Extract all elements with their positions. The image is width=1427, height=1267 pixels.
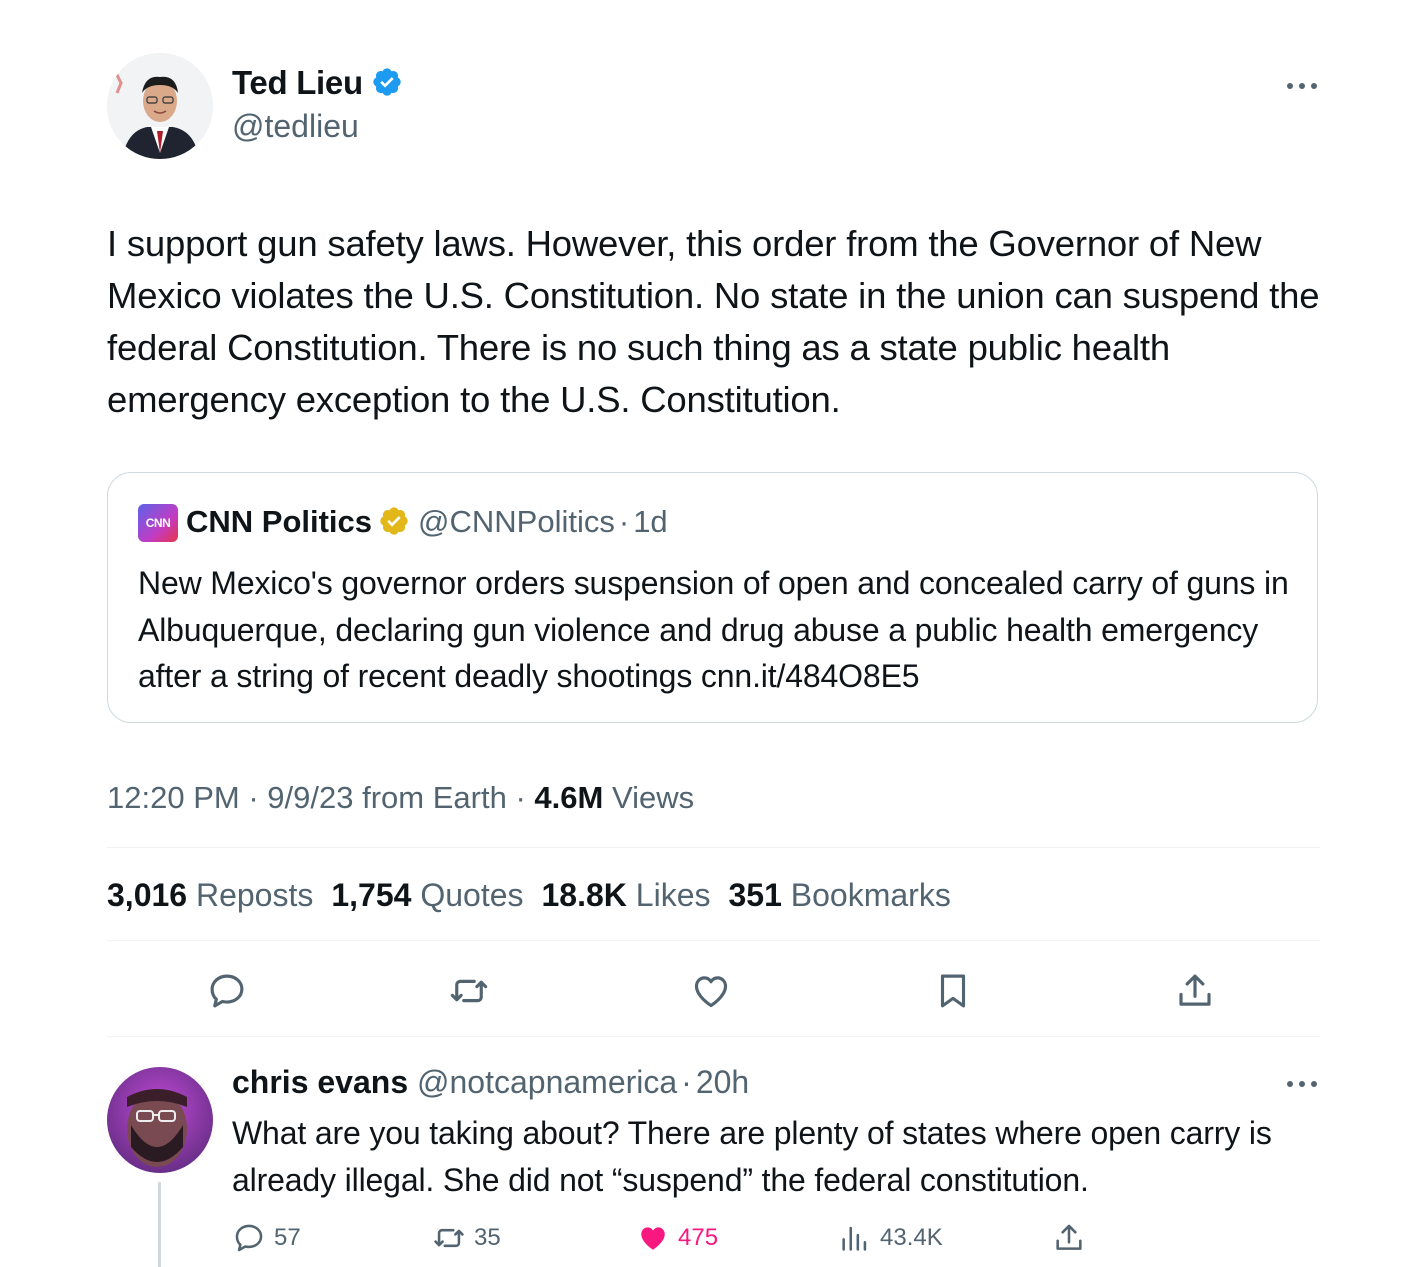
quoted-tweet-header: CNN Politics @CNNPolitics · 1d xyxy=(186,504,668,539)
tweet-source: from Earth xyxy=(362,780,507,815)
reply-author-avatar[interactable] xyxy=(107,1067,213,1173)
tweet-time[interactable]: 12:20 PM xyxy=(107,780,240,815)
bookmark-icon[interactable] xyxy=(932,970,974,1012)
reply-share-button[interactable] xyxy=(1052,1218,1094,1258)
thread-line xyxy=(158,1182,161,1267)
quoted-author-name: CNN Politics xyxy=(186,504,373,539)
verified-badge-icon xyxy=(380,507,408,535)
reply-reposts-count: 35 xyxy=(474,1224,501,1251)
reply-author-name[interactable]: chris evans xyxy=(232,1064,408,1100)
tweet-metadata: 12:20 PM · 9/9/23 from Earth · 4.6M View… xyxy=(107,780,695,815)
reply-text: What are you taking about? There are ple… xyxy=(232,1115,1272,1198)
reply-like-button[interactable]: 475 xyxy=(636,1218,718,1258)
likes-stat[interactable]: 18.8K Likes xyxy=(542,877,729,913)
tweet-text: I support gun safety laws. However, this… xyxy=(107,223,1320,420)
divider xyxy=(107,847,1320,848)
views-count: 4.6M xyxy=(534,780,604,815)
reply-header: chris evans @notcapnamerica · 20h xyxy=(232,1064,750,1100)
reposts-stat[interactable]: 3,016 Reposts xyxy=(107,877,331,913)
more-icon[interactable] xyxy=(1285,76,1319,96)
share-icon[interactable] xyxy=(1174,970,1216,1012)
more-icon[interactable] xyxy=(1285,1074,1319,1094)
like-icon[interactable] xyxy=(690,970,732,1012)
author-name[interactable]: Ted Lieu xyxy=(232,64,403,102)
author-handle[interactable]: @tedlieu xyxy=(232,108,359,145)
quotes-stat[interactable]: 1,754 Quotes xyxy=(331,877,541,913)
quoted-tweet-age: 1d xyxy=(633,504,668,539)
like-icon xyxy=(641,1227,665,1250)
quoted-tweet-text: New Mexico's governor orders suspension … xyxy=(138,565,1289,694)
reply-replies-count: 57 xyxy=(274,1224,301,1251)
repost-icon[interactable] xyxy=(448,970,490,1012)
divider xyxy=(107,940,1320,941)
engagement-stats: 3,016 Reposts 1,754 Quotes 18.8K Likes 351 … xyxy=(107,875,969,915)
tweet-date[interactable]: 9/9/23 xyxy=(267,780,353,815)
author-avatar[interactable] xyxy=(107,53,213,159)
quoted-author-handle: @CNNPolitics xyxy=(418,504,615,539)
reply-views-button[interactable]: 43.4K xyxy=(838,1218,943,1258)
reply-age[interactable]: 20h xyxy=(696,1064,749,1100)
cnn-logo: CNN xyxy=(138,504,178,542)
views-icon xyxy=(842,1226,867,1251)
reply-views-count: 43.4K xyxy=(880,1224,943,1251)
reply-reply-button[interactable]: 57 xyxy=(232,1218,301,1258)
reply-icon[interactable] xyxy=(206,970,248,1012)
share-icon xyxy=(1056,1224,1082,1250)
verified-badge-icon xyxy=(373,68,401,96)
reply-icon xyxy=(235,1224,263,1252)
repost-icon xyxy=(434,1228,464,1248)
reply-likes-count: 475 xyxy=(678,1224,719,1251)
reply-repost-button[interactable]: 35 xyxy=(432,1218,501,1258)
divider xyxy=(107,1036,1320,1037)
bookmarks-stat[interactable]: 351 Bookmarks xyxy=(728,877,968,913)
reply-author-handle[interactable]: @notcapnamerica xyxy=(417,1064,677,1100)
views-label: Views xyxy=(611,780,695,815)
